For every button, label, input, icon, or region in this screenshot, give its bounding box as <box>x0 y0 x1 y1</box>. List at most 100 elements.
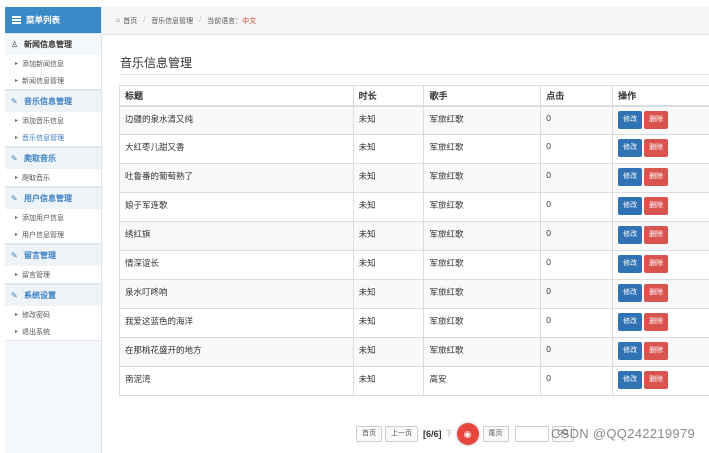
delete-button[interactable]: 删除 <box>644 197 669 215</box>
group-label: 系统设置 <box>24 291 56 300</box>
sidebar-item-logout[interactable]: ▸ 退出系统 <box>5 323 101 340</box>
edit-icon: ✎ <box>11 194 18 203</box>
cell-clicks: 0 <box>540 337 614 367</box>
cell-singer: 军旅红歌 <box>423 250 542 280</box>
column-header-clicks: 点击 <box>540 85 614 107</box>
chevron-right-icon: ▸ <box>15 135 19 141</box>
sidebar-item-change-password[interactable]: ▸ 修改密码 <box>5 306 101 323</box>
group-title-news[interactable]: ♙ 新闻信息管理 <box>5 33 101 55</box>
group-title-music[interactable]: ✎ 音乐信息管理 <box>5 90 101 112</box>
sidebar-item-news-manage[interactable]: ▸ 新闻信息管理 <box>5 72 101 89</box>
cell-actions: 修改 删除 <box>612 308 709 338</box>
cell-actions: 修改 删除 <box>612 250 709 280</box>
cell-title: 在那桃花盛开的地方 <box>119 337 354 367</box>
group-title-messages[interactable]: ✎ 留言管理 <box>5 244 101 266</box>
sidebar-item-add-music[interactable]: ▸ 添加音乐信息 <box>5 112 101 129</box>
cell-title: 我爱这蓝色的海洋 <box>119 308 354 338</box>
next-page-label[interactable]: 下 <box>446 429 453 439</box>
page-number-input[interactable] <box>514 426 549 442</box>
group-title-crawl[interactable]: ✎ 爬取音乐 <box>5 147 101 169</box>
cell-title: 吐鲁番的葡萄熟了 <box>119 163 354 193</box>
sidebar-item-label: 退出系统 <box>22 328 51 336</box>
group-title-users[interactable]: ✎ 用户信息管理 <box>5 187 101 209</box>
edit-button[interactable]: 修改 <box>618 139 643 157</box>
pagination: 首页 上一页 [6/6] 下 ◉ 尾页 GO <box>356 423 577 445</box>
cell-clicks: 0 <box>540 163 614 193</box>
prev-page-button[interactable]: 上一页 <box>385 426 418 442</box>
cell-duration: 未知 <box>352 279 425 309</box>
sidebar-item-label: 用户信息管理 <box>22 231 65 239</box>
table-row: 南泥湾 未知 高安 0 修改 删除 <box>119 366 709 396</box>
cell-actions: 修改 删除 <box>612 279 709 309</box>
group-label: 爬取音乐 <box>24 154 56 163</box>
cell-title: 娘子军连歌 <box>119 192 354 222</box>
cell-actions: 修改 删除 <box>612 105 709 135</box>
breadcrumb-current: 音乐信息管理 <box>151 17 194 25</box>
delete-button[interactable]: 删除 <box>644 371 669 389</box>
edit-button[interactable]: 修改 <box>618 284 643 302</box>
delete-button[interactable]: 删除 <box>644 284 669 302</box>
sidebar-item-label: 留言管理 <box>22 271 51 279</box>
delete-button[interactable]: 删除 <box>644 342 669 360</box>
edit-button[interactable]: 修改 <box>618 226 643 244</box>
breadcrumb-separator: / <box>199 17 202 24</box>
chevron-right-icon: ▸ <box>15 272 19 278</box>
cell-title: 大红枣儿甜又香 <box>119 134 354 164</box>
cell-singer: 军旅红歌 <box>423 221 542 251</box>
group-messages: ✎ 留言管理 ▸ 留言管理 <box>5 244 101 284</box>
delete-button[interactable]: 删除 <box>644 168 669 186</box>
cursor-click-indicator-icon: ◉ <box>456 423 479 445</box>
table-row: 娘子军连歌 未知 军旅红歌 0 修改 删除 <box>119 192 709 222</box>
edit-button[interactable]: 修改 <box>618 197 643 215</box>
sidebar-item-crawl-music[interactable]: ▸ 爬取音乐 <box>5 169 101 186</box>
table-header-row: 标题 时长 歌手 点击 操作 <box>119 85 709 107</box>
sidebar-item-add-user[interactable]: ▸ 添加用户信息 <box>5 209 101 226</box>
cell-duration: 未知 <box>352 308 425 338</box>
edit-button[interactable]: 修改 <box>618 110 643 129</box>
edit-button[interactable]: 修改 <box>618 313 643 331</box>
cell-actions: 修改 删除 <box>612 163 709 193</box>
edit-button[interactable]: 修改 <box>618 371 643 389</box>
sidebar-title: 菜单列表 <box>26 15 61 25</box>
column-header-actions: 操作 <box>612 85 709 107</box>
table-row: 吐鲁番的葡萄熟了 未知 军旅红歌 0 修改 删除 <box>119 163 709 193</box>
last-page-button[interactable]: 尾页 <box>482 426 509 442</box>
chevron-right-icon: ▸ <box>15 61 19 67</box>
group-title-system[interactable]: ✎ 系统设置 <box>5 284 101 306</box>
cell-clicks: 0 <box>540 250 614 280</box>
cell-title: 南泥湾 <box>119 366 354 396</box>
cell-clicks: 0 <box>540 221 614 251</box>
sidebar-item-message-manage[interactable]: ▸ 留言管理 <box>5 266 101 283</box>
watermark: CSDN @QQ242219979 <box>550 426 695 441</box>
cell-actions: 修改 删除 <box>612 366 709 396</box>
delete-button[interactable]: 删除 <box>644 313 669 331</box>
sidebar-item-music-manage[interactable]: ▸ 音乐信息管理 <box>5 129 101 146</box>
sidebar-item-user-manage[interactable]: ▸ 用户信息管理 <box>5 226 101 243</box>
group-system: ✎ 系统设置 ▸ 修改密码 ▸ 退出系统 <box>5 284 101 341</box>
cell-duration: 未知 <box>352 366 425 396</box>
cell-title: 绣红旗 <box>119 221 354 251</box>
edit-button[interactable]: 修改 <box>618 255 643 273</box>
edit-button[interactable]: 修改 <box>618 342 643 360</box>
page-title: 音乐信息管理 <box>120 56 193 70</box>
group-news: ♙ 新闻信息管理 ▸ 添加新闻信息 ▸ 新闻信息管理 <box>5 33 101 90</box>
first-page-button[interactable]: 首页 <box>356 426 382 442</box>
delete-button[interactable]: 删除 <box>644 110 669 129</box>
cell-clicks: 0 <box>540 134 614 164</box>
breadcrumb: ⌂ 首页 / 音乐信息管理 / 当前语言： 中文 <box>102 7 709 35</box>
delete-button[interactable]: 删除 <box>644 139 669 157</box>
sidebar-item-add-news[interactable]: ▸ 添加新闻信息 <box>5 55 101 72</box>
cell-singer: 军旅红歌 <box>423 308 542 338</box>
music-table: 标题 时长 歌手 点击 操作 边疆的泉水清又纯 未知 军旅红歌 0 修改 删除 大红枣儿甜又… <box>119 85 709 396</box>
cell-duration: 未知 <box>352 134 425 164</box>
breadcrumb-home[interactable]: 首页 <box>123 16 137 26</box>
edit-button[interactable]: 修改 <box>618 168 643 186</box>
cell-singer: 军旅红歌 <box>423 337 542 367</box>
delete-button[interactable]: 删除 <box>644 226 669 244</box>
cell-duration: 未知 <box>352 221 425 251</box>
cell-clicks: 0 <box>540 105 614 135</box>
group-label: 留言管理 <box>24 251 56 260</box>
column-header-singer: 歌手 <box>423 85 542 107</box>
language-value[interactable]: 中文 <box>242 16 256 26</box>
delete-button[interactable]: 删除 <box>644 255 669 273</box>
